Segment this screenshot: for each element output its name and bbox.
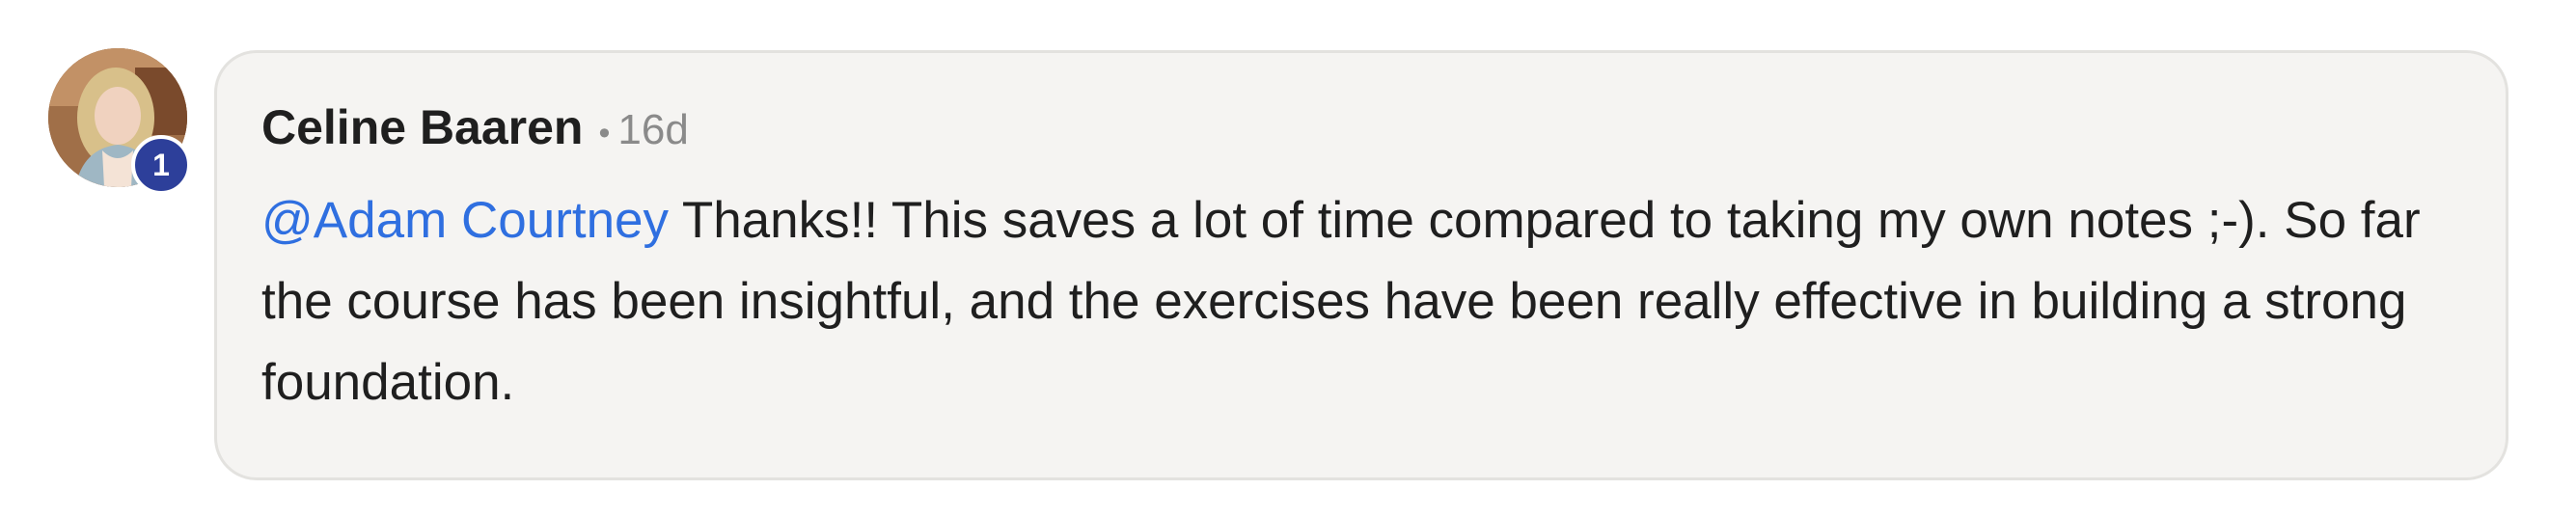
comment-bubble: Celine Baaren • 16d @Adam Courtney Thank…: [214, 50, 2508, 480]
comment-body: @Adam Courtney Thanks!! This saves a lot…: [261, 180, 2461, 423]
mention-link[interactable]: @Adam Courtney: [261, 192, 669, 249]
separator-dot: •: [598, 115, 611, 151]
avatar-wrap[interactable]: 1: [48, 48, 191, 195]
comment-header: Celine Baaren • 16d: [261, 99, 689, 155]
comment: 1 Celine Baaren • 16d @Adam Courtney Tha…: [0, 0, 2576, 517]
timestamp[interactable]: 16d: [617, 106, 688, 154]
level-badge: 1: [131, 135, 191, 195]
author-name[interactable]: Celine Baaren: [261, 99, 583, 155]
